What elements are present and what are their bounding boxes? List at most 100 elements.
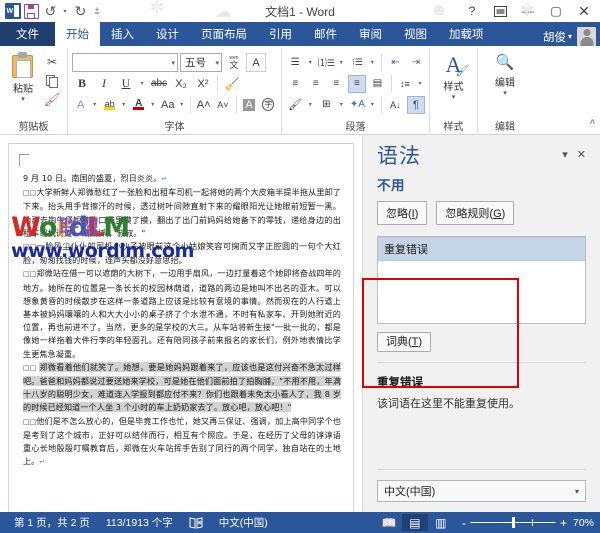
asian-layout-dropdown[interactable]: ▾ (369, 95, 378, 114)
document-area[interactable]: 9 月 10 日。南国的盛夏，烈日炎炎。↵ 大学新鲜人郑微愁红了一张脸和出租车司… (0, 135, 363, 512)
text-highlight-button[interactable]: ab (101, 95, 118, 114)
word-count[interactable]: 113/1913 个字 (98, 512, 181, 533)
paste-button[interactable]: 粘贴 ▾ (4, 51, 42, 103)
close-button[interactable]: ✕ (570, 1, 598, 21)
dictionary-button[interactable]: 词典(T) (377, 332, 431, 352)
grow-font-button[interactable]: A˄ (195, 95, 212, 114)
tab-page-layout[interactable]: 页面布局 (190, 22, 258, 46)
shrink-font-button[interactable]: A˅ (214, 95, 231, 114)
customize-qat-button[interactable]: ⩲ (91, 3, 103, 20)
increase-indent-button[interactable]: ⇥ (407, 54, 425, 72)
language-select[interactable]: 中文(中国) ▾ (377, 480, 586, 502)
tab-review[interactable]: 审阅 (348, 22, 393, 46)
borders-dropdown[interactable]: ▾ (337, 95, 346, 114)
font-name-combo[interactable]: ▾ (72, 53, 178, 72)
font-color-button[interactable]: A (130, 95, 147, 114)
bullets-button[interactable]: ☰ (286, 54, 304, 72)
font-color-dropdown[interactable]: ▾ (149, 95, 157, 114)
zoom-slider[interactable]: - + (462, 516, 567, 530)
align-center-button[interactable]: ≡ (307, 75, 326, 93)
bold-button[interactable]: B (72, 74, 92, 93)
underline-button[interactable]: U (116, 74, 136, 93)
copy-button[interactable] (42, 72, 62, 90)
distribute-button[interactable]: ▤ (368, 75, 387, 93)
borders-button[interactable]: ⊞ (317, 96, 335, 114)
change-case-dropdown[interactable]: ▾ (178, 95, 186, 114)
shading-button[interactable]: 🖌 (286, 96, 304, 114)
tab-home[interactable]: 开始 (55, 22, 100, 46)
show-formatting-marks-button[interactable]: ¶ (407, 96, 425, 114)
minimize-button[interactable]: — (514, 1, 542, 21)
page-indicator[interactable]: 第 1 页，共 2 页 (6, 512, 98, 533)
ignore-rule-button[interactable]: 忽略规则(G) (436, 201, 514, 225)
cut-button[interactable]: ✂ (42, 53, 62, 71)
tab-insert[interactable]: 插入 (100, 22, 145, 46)
character-border-button[interactable]: A (246, 53, 266, 72)
document-page[interactable]: 9 月 10 日。南国的盛夏，烈日炎炎。↵ 大学新鲜人郑微愁红了一张脸和出租车司… (8, 143, 354, 512)
bullets-dropdown[interactable]: ▾ (306, 53, 315, 72)
format-painter-button[interactable]: 🖌 (42, 91, 62, 109)
zoom-out-button[interactable]: - (462, 516, 466, 530)
redo-button[interactable]: ↻ (72, 3, 89, 20)
highlight-dropdown[interactable]: ▾ (120, 95, 128, 114)
suggestion-item[interactable]: 重复错误 (378, 237, 585, 261)
clear-formatting-button[interactable]: 🧹 (222, 74, 242, 93)
phonetic-guide-button[interactable]: wen文 (224, 53, 244, 72)
decrease-indent-button[interactable]: ⇤ (386, 54, 404, 72)
zoom-thumb[interactable] (512, 517, 515, 528)
ribbon-display-options-button[interactable] (486, 1, 514, 21)
undo-dropdown[interactable]: ▾ (61, 3, 70, 20)
align-right-button[interactable]: ≡ (327, 75, 346, 93)
superscript-button[interactable]: X² (193, 74, 213, 93)
editing-button[interactable]: 🔍 编辑 ▾ (485, 51, 525, 97)
collapse-ribbon-button[interactable]: ^ (590, 118, 595, 130)
strikethrough-button[interactable]: abc (149, 74, 169, 93)
pane-options-button[interactable]: ▾ (562, 148, 568, 161)
account-area[interactable]: 胡俊 ▾ (543, 27, 600, 46)
maximize-button[interactable]: ▢ (542, 1, 570, 21)
document-text[interactable]: 9 月 10 日。南国的盛夏，烈日炎炎。↵ 大学新鲜人郑微愁红了一张脸和出租车司… (23, 172, 341, 469)
shading-dropdown[interactable]: ▾ (306, 95, 315, 114)
save-button[interactable] (23, 3, 40, 20)
text-effects-button[interactable]: A (72, 95, 89, 114)
multilevel-list-button[interactable]: ⁝☰ (348, 54, 366, 72)
web-layout-button[interactable]: ▥ (428, 514, 454, 531)
zoom-in-button[interactable]: + (560, 516, 567, 530)
change-case-button[interactable]: Aa (159, 95, 176, 114)
justify-button[interactable]: ≡ (348, 75, 367, 93)
text-effects-dropdown[interactable]: ▾ (91, 95, 99, 114)
chevron-down-icon[interactable]: ▾ (452, 94, 456, 101)
chevron-down-icon[interactable]: ▾ (21, 96, 25, 103)
styles-button[interactable]: A🖌 样式 ▾ (434, 51, 473, 101)
read-mode-button[interactable]: 📖 (376, 514, 402, 531)
asian-layout-button[interactable]: ✦A (348, 96, 366, 114)
language-status[interactable]: 中文(中国) (211, 512, 276, 533)
tab-mailings[interactable]: 邮件 (303, 22, 348, 46)
enclose-character-button[interactable]: 字 (260, 95, 277, 114)
tab-addins[interactable]: 加载项 (438, 22, 495, 46)
line-spacing-button[interactable]: ↕≡ (396, 75, 415, 93)
multilevel-dropdown[interactable]: ▾ (369, 53, 378, 72)
subscript-button[interactable]: X₂ (171, 74, 191, 93)
avatar[interactable] (577, 27, 596, 46)
font-size-combo[interactable]: 五号 ▾ (180, 53, 222, 72)
zoom-track[interactable] (470, 522, 556, 523)
suggestion-list[interactable]: 重复错误 (377, 236, 586, 324)
underline-dropdown[interactable]: ▾ (138, 74, 147, 93)
tab-view[interactable]: 视图 (393, 22, 438, 46)
proofing-status-button[interactable] (181, 512, 211, 533)
numbering-dropdown[interactable]: ▾ (337, 53, 346, 72)
tab-file[interactable]: 文件 (0, 22, 55, 46)
align-left-button[interactable]: ≡ (286, 75, 305, 93)
chevron-down-icon[interactable]: ▾ (503, 90, 507, 97)
pane-close-button[interactable]: ✕ (577, 148, 586, 161)
character-shading-button[interactable]: A (240, 95, 257, 114)
undo-button[interactable]: ↺ (42, 3, 59, 20)
sort-button[interactable]: A↓ (386, 96, 404, 114)
print-layout-button[interactable]: ▤ (402, 514, 428, 531)
help-button[interactable]: ? (458, 1, 486, 21)
ignore-button[interactable]: 忽略(I) (377, 201, 427, 225)
line-spacing-dropdown[interactable]: ▾ (416, 74, 425, 93)
numbering-button[interactable]: ⑴☰ (317, 54, 335, 72)
zoom-level[interactable]: 70% (573, 517, 594, 529)
